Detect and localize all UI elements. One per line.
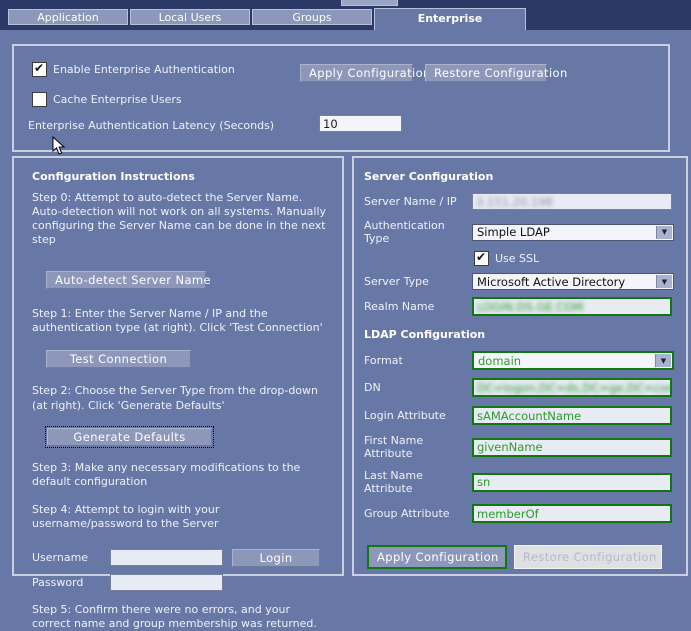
ldap-config-title: LDAP Configuration — [364, 328, 674, 341]
server-name-value: 3.151.20.198 — [476, 195, 553, 209]
auth-type-select[interactable]: Simple LDAP — [472, 224, 674, 241]
chevron-down-icon[interactable] — [656, 226, 672, 239]
step-4-text: Step 4: Attempt to login with your usern… — [32, 503, 328, 531]
use-ssl-label: Use SSL — [495, 252, 539, 265]
latency-value: 10 — [323, 117, 338, 131]
server-name-row: Server Name / IP 3.151.20.198 — [364, 193, 674, 210]
password-row: Password — [32, 574, 328, 591]
format-row: Format domain — [364, 351, 674, 370]
password-label: Password — [32, 576, 110, 589]
instructions-title: Configuration Instructions — [32, 170, 328, 183]
cache-users-label: Cache Enterprise Users — [53, 93, 182, 106]
dn-label: DN — [364, 381, 472, 394]
group-attribute-label: Group Attribute — [364, 507, 472, 520]
login-attribute-row: Login Attribute sAMAccountName — [364, 406, 674, 425]
first-name-attribute-label: First Name Attribute — [364, 434, 472, 460]
last-name-attribute-value: sn — [477, 475, 490, 489]
first-name-attribute-input[interactable]: givenName — [472, 438, 672, 457]
enable-auth-label: Enable Enterprise Authentication — [53, 63, 235, 76]
auth-type-label: Authentication Type — [364, 219, 472, 245]
server-name-input[interactable]: 3.151.20.198 — [472, 193, 672, 210]
group-attribute-input[interactable]: memberOf — [472, 504, 672, 523]
enable-auth-checkbox[interactable] — [32, 62, 47, 77]
use-ssl-row: Use SSL — [474, 251, 674, 266]
group-attribute-value: memberOf — [477, 507, 539, 521]
server-config-buttons-row: Apply Configuration Restore Configuratio… — [367, 545, 674, 569]
step-0-text: Step 0: Attempt to auto-detect the Serve… — [32, 191, 328, 247]
generate-defaults-button[interactable]: Generate Defaults — [47, 428, 212, 446]
latency-input[interactable]: 10 — [319, 115, 402, 132]
last-name-attribute-input[interactable]: sn — [472, 473, 672, 492]
realm-name-value: LOGIN.DS.GE.COM — [477, 300, 583, 314]
realm-name-row: Realm Name LOGIN.DS.GE.COM — [364, 297, 674, 316]
realm-name-label: Realm Name — [364, 300, 472, 313]
tab-groups[interactable]: Groups — [252, 9, 372, 25]
last-name-attribute-row: Last Name Attribute sn — [364, 469, 674, 495]
tab-enterprise[interactable]: Enterprise — [374, 8, 526, 30]
partial-top-button[interactable] — [341, 0, 398, 6]
format-label: Format — [364, 354, 472, 367]
step-2-text: Step 2: Choose the Server Type from the … — [32, 384, 328, 412]
chevron-down-icon[interactable] — [655, 354, 671, 367]
step-5-text: Step 5: Confirm there were no errors, an… — [32, 603, 328, 631]
configuration-instructions-panel: Configuration Instructions Step 0: Attem… — [12, 156, 344, 576]
apply-configuration-button-top[interactable]: Apply Configuration — [300, 64, 413, 82]
step-3-text: Step 3: Make any necessary modifications… — [32, 461, 328, 489]
auth-type-row: Authentication Type Simple LDAP — [364, 219, 674, 245]
restore-configuration-button-bottom[interactable]: Restore Configuration — [514, 545, 662, 569]
step-1-text: Step 1: Enter the Server Name / IP and t… — [32, 307, 328, 335]
apply-configuration-button-bottom[interactable]: Apply Configuration — [367, 545, 507, 569]
latency-label: Enterprise Authentication Latency (Secon… — [28, 119, 274, 132]
username-input[interactable] — [110, 549, 223, 566]
server-type-row: Server Type Microsoft Active Directory — [364, 273, 674, 290]
chevron-down-icon[interactable] — [656, 275, 672, 288]
server-type-value: Microsoft Active Directory — [477, 275, 625, 289]
enterprise-auth-panel: Enable Enterprise Authentication Cache E… — [12, 44, 670, 152]
login-button[interactable]: Login — [232, 549, 320, 567]
last-name-attribute-label: Last Name Attribute — [364, 469, 472, 495]
dn-input[interactable]: DC=logon,DC=ds,DC=ge,DC=com — [472, 378, 672, 397]
dn-row: DN DC=logon,DC=ds,DC=ge,DC=com — [364, 378, 674, 397]
server-type-label: Server Type — [364, 275, 472, 288]
dn-value: DC=logon,DC=ds,DC=ge,DC=com — [477, 381, 672, 395]
password-input[interactable] — [110, 574, 223, 591]
login-attribute-value: sAMAccountName — [477, 409, 581, 423]
format-select[interactable]: domain — [472, 351, 674, 370]
auto-detect-server-name-button[interactable]: Auto-detect Server Name — [46, 271, 206, 289]
header-band: Application Local Users Groups Enterpris… — [0, 0, 691, 30]
server-configuration-panel: Server Configuration Server Name / IP 3.… — [352, 156, 688, 576]
use-ssl-checkbox[interactable] — [474, 251, 489, 266]
tab-application[interactable]: Application — [8, 9, 128, 25]
username-row: Username Login — [32, 549, 328, 567]
login-attribute-input[interactable]: sAMAccountName — [472, 406, 672, 425]
group-attribute-row: Group Attribute memberOf — [364, 504, 674, 523]
cache-users-row: Cache Enterprise Users — [32, 92, 182, 107]
first-name-attribute-value: givenName — [477, 440, 543, 454]
first-name-attribute-row: First Name Attribute givenName — [364, 434, 674, 460]
auth-type-value: Simple LDAP — [477, 225, 550, 239]
username-label: Username — [32, 551, 110, 564]
server-name-label: Server Name / IP — [364, 195, 472, 208]
realm-name-input[interactable]: LOGIN.DS.GE.COM — [472, 297, 672, 316]
restore-configuration-button-top[interactable]: Restore Configuration — [425, 64, 547, 82]
login-attribute-label: Login Attribute — [364, 409, 472, 422]
test-connection-button[interactable]: Test Connection — [46, 350, 191, 368]
server-type-select[interactable]: Microsoft Active Directory — [472, 273, 674, 290]
format-value: domain — [478, 354, 521, 368]
enable-auth-row: Enable Enterprise Authentication — [32, 62, 235, 77]
cache-users-checkbox[interactable] — [32, 92, 47, 107]
server-config-title: Server Configuration — [364, 170, 674, 183]
tab-local-users[interactable]: Local Users — [130, 9, 250, 25]
